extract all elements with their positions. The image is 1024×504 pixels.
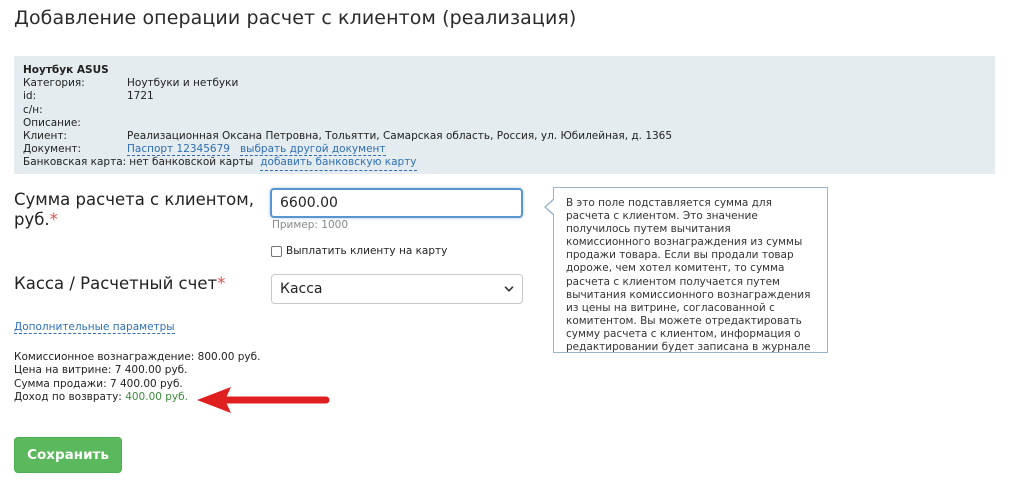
- info-value: Реализационная Оксана Петровна, Тольятти…: [127, 130, 673, 143]
- amount-help-tooltip: В это поле подставляется сумма для расче…: [544, 187, 828, 354]
- info-label: Документ:: [23, 143, 82, 156]
- red-arrow-icon: [197, 387, 330, 413]
- info-row-serial: с/н:: [23, 104, 986, 117]
- info-label: id:: [23, 90, 37, 103]
- chevron-down-icon: [504, 286, 514, 292]
- change-document-link[interactable]: выбрать другой документ: [239, 143, 386, 157]
- showcase-price-line: Цена на витрине: 7 400.00 руб.: [14, 364, 188, 377]
- pay-to-card-option[interactable]: Выплатить клиенту на карту: [271, 245, 447, 257]
- info-row-description: Описание:: [23, 117, 986, 130]
- cashbox-selected-value: Касса: [280, 281, 323, 297]
- pay-to-card-checkbox[interactable]: [271, 245, 282, 257]
- pay-to-card-label[interactable]: Выплатить клиенту на карту: [286, 245, 447, 257]
- return-income-label: Доход по возврату:: [14, 391, 122, 404]
- product-name: Ноутбук ASUS: [23, 64, 109, 76]
- info-label: Категория:: [23, 77, 85, 90]
- product-info-panel: Ноутбук ASUS Категория: Ноутбуки и нетбу…: [14, 56, 995, 174]
- tooltip-arrow-fill: [546, 199, 555, 215]
- commission-line: Комиссионное вознаграждение: 800.00 руб.: [14, 351, 261, 363]
- amount-input[interactable]: [270, 188, 523, 218]
- info-label: Банковская карта:: [23, 156, 127, 169]
- page-title: Добавление операции расчет с клиентом (р…: [14, 7, 577, 29]
- info-label: Клиент:: [23, 130, 67, 143]
- required-mark: *: [49, 210, 58, 229]
- add-bank-card-link[interactable]: добавить банковскую карту: [260, 156, 417, 171]
- info-value: нет банковской карты: [129, 156, 254, 169]
- cashbox-select[interactable]: Касса: [271, 274, 523, 304]
- info-label: Описание:: [23, 116, 81, 129]
- info-row-id: id: 1721: [23, 90, 986, 103]
- cashbox-label: Касса / Расчетный счет*: [14, 274, 225, 294]
- info-row-category: Категория: Ноутбуки и нетбуки: [23, 77, 986, 90]
- info-row-document: Документ: Паспорт 12345679 выбрать другой…: [23, 143, 986, 157]
- additional-params-link[interactable]: Дополнительные параметры: [14, 321, 175, 334]
- info-row-client: Клиент: Реализационная Оксана Петровна, …: [23, 130, 986, 143]
- return-income-value: 400.00 руб.: [125, 391, 188, 404]
- info-value: 1721: [127, 90, 154, 103]
- info-row-bank-card: Банковская карта: нет банковской карты д…: [23, 156, 986, 171]
- info-label: с/н:: [23, 103, 43, 116]
- info-value: Ноутбуки и нетбуки: [127, 77, 239, 90]
- required-mark: *: [217, 274, 226, 293]
- amount-label: Сумма расчета с клиентом, руб.*: [14, 190, 264, 230]
- amount-example-hint: Пример: 1000: [272, 219, 349, 231]
- cashbox-label-text: Касса / Расчетный счет: [14, 274, 218, 293]
- tooltip-text: В это поле подставляется сумма для расче…: [566, 197, 811, 354]
- document-link[interactable]: Паспорт 12345679: [127, 143, 230, 157]
- save-button[interactable]: Сохранить: [14, 437, 122, 473]
